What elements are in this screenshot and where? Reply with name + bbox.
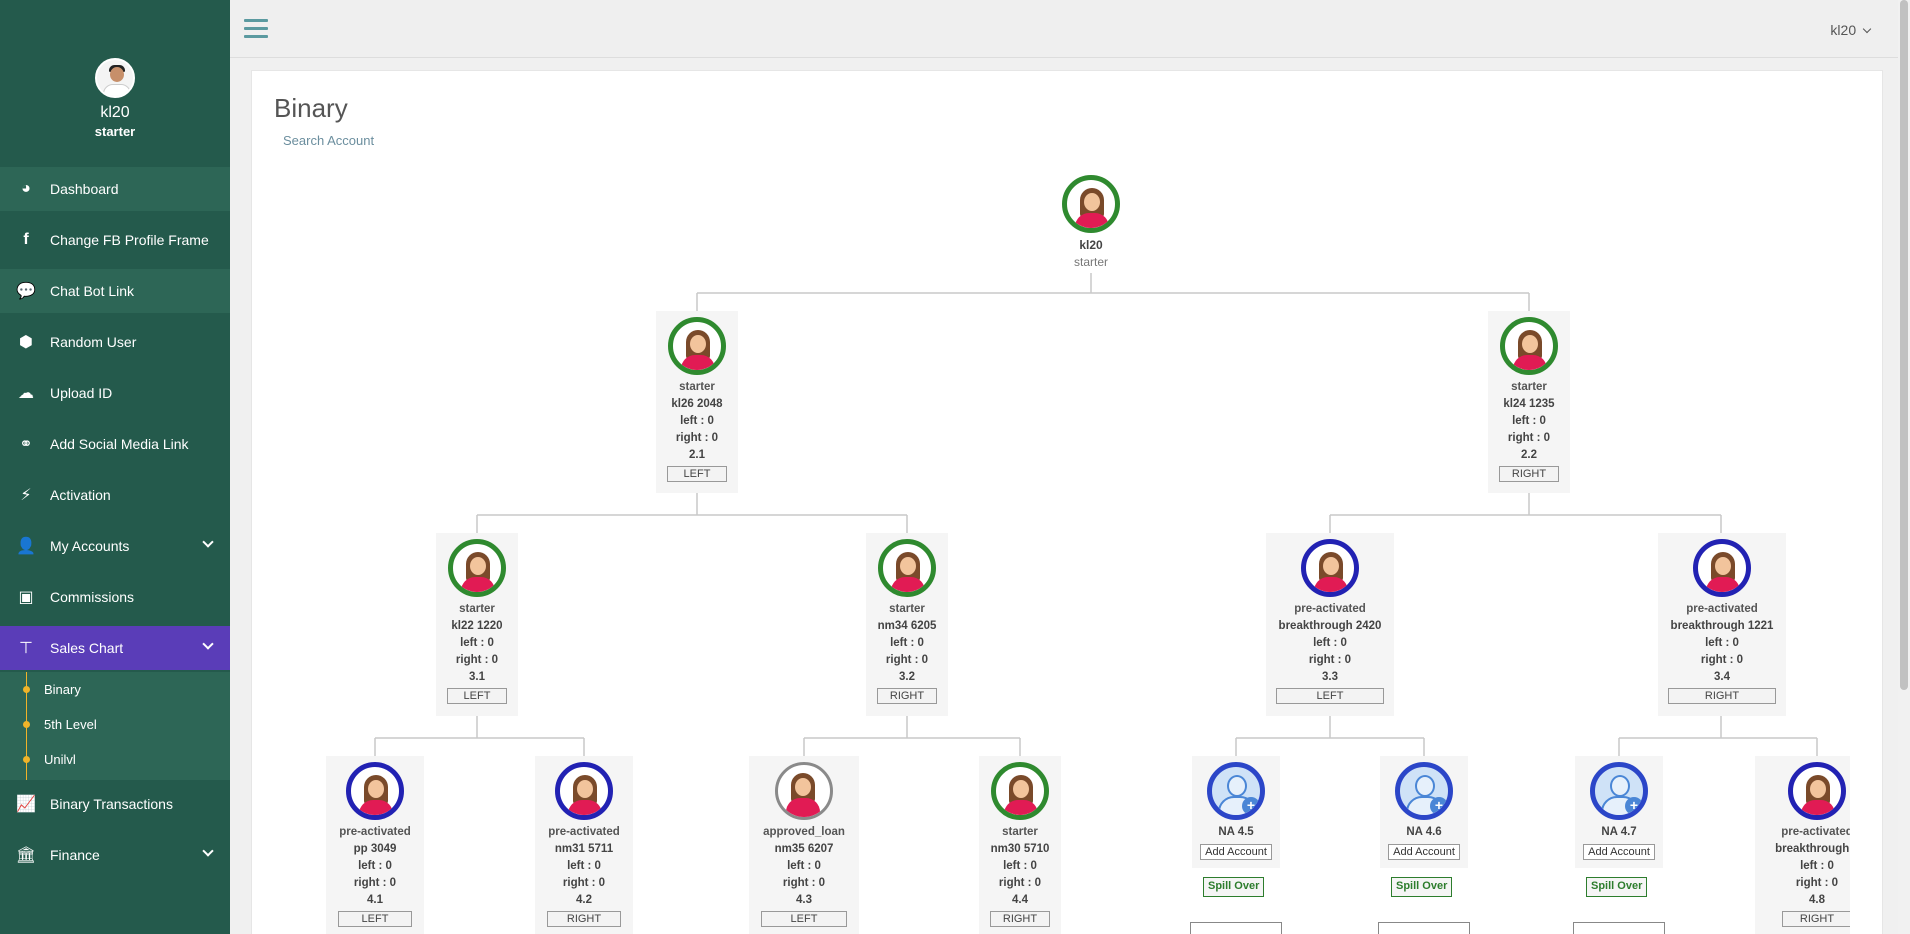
page-scrollbar[interactable]	[1898, 0, 1910, 934]
sidebar-item-label: Commissions	[50, 589, 135, 605]
sidebar-item-label: My Accounts	[50, 538, 130, 554]
sidebar-item-upload-id[interactable]: ☁ Upload ID	[0, 371, 230, 415]
money-icon: ▣	[18, 589, 34, 606]
dashboard-icon: ◕	[21, 180, 31, 197]
submenu-item-5th-level[interactable]: 5th Level	[0, 707, 230, 741]
sidebar-item-label: Finance	[50, 847, 100, 863]
sales-chart-submenu: Binary 5th Level Unilvl	[0, 672, 230, 780]
sidebar-item-finance[interactable]: 🏛 Finance	[0, 833, 230, 877]
bullet-icon	[23, 685, 30, 693]
sidebar-item-label: Add Social Media Link	[50, 436, 189, 452]
chevron-down-icon	[202, 536, 214, 548]
sidebar-item-chat-bot[interactable]: 💬 Chat Bot Link	[0, 269, 230, 313]
chevron-down-icon	[1862, 24, 1872, 34]
bullet-icon	[23, 755, 30, 763]
sidebar-item-social-link[interactable]: ⚭ Add Social Media Link	[0, 422, 230, 466]
sidebar-item-label: Binary Transactions	[50, 796, 173, 812]
sidebar-item-dashboard[interactable]: ◕ Dashboard	[0, 167, 230, 211]
sidebar-item-label: Activation	[50, 487, 111, 503]
position-button[interactable]: RIGHT	[1782, 911, 1850, 927]
member-avatar	[1788, 762, 1846, 820]
sidebar-item-label: Change FB Profile Frame	[50, 232, 209, 248]
avatar[interactable]	[95, 58, 135, 98]
sidebar-profile: kl20 starter	[0, 0, 230, 165]
submenu-item-unilvl[interactable]: Unilvl	[0, 742, 230, 776]
content-panel: Binary Search Account kl20 starter start…	[251, 70, 1883, 934]
link-icon: ⚭	[19, 436, 33, 453]
bullet-icon	[23, 720, 30, 728]
tree-clip: pre-activated breakthrough 1 left : 0 ri…	[252, 71, 1850, 934]
chevron-down-icon	[202, 638, 214, 650]
sidebar: kl20 starter ◕ Dashboard f Change FB Pro…	[0, 0, 230, 934]
line-chart-icon: 📈	[16, 796, 36, 813]
topbar: kl20	[230, 0, 1910, 58]
chat-icon: 💬	[16, 283, 36, 300]
binary-tree: kl20 starter starter kl26 2048 left : 0 …	[252, 71, 1882, 934]
sidebar-item-binary-transactions[interactable]: 📈 Binary Transactions	[0, 782, 230, 826]
sidebar-item-label: Chat Bot Link	[50, 283, 135, 299]
user-icon: 👤	[16, 538, 36, 555]
facebook-icon: f	[23, 231, 29, 248]
sidebar-item-sales-chart[interactable]: ⊤ Sales Chart	[0, 626, 230, 670]
cloud-upload-icon: ☁	[18, 385, 34, 402]
cube-icon: ⬢	[19, 334, 33, 351]
profile-role: starter	[94, 124, 136, 139]
sidebar-item-fb-frame[interactable]: f Change FB Profile Frame	[0, 218, 230, 262]
hamburger-menu-icon[interactable]	[244, 19, 268, 39]
sidebar-item-label: Sales Chart	[50, 640, 124, 656]
bank-icon: 🏛	[15, 847, 37, 864]
plug-icon: ⚡	[20, 487, 32, 504]
sitemap-icon: ⊤	[19, 640, 33, 657]
sidebar-item-activation[interactable]: ⚡ Activation	[0, 473, 230, 517]
chevron-down-icon	[202, 845, 214, 857]
tree-node[interactable]: pre-activated breakthrough 1 left : 0 ri…	[1755, 756, 1850, 934]
sidebar-item-label: Random User	[50, 334, 137, 350]
user-menu-dropdown[interactable]: kl20	[1830, 22, 1872, 38]
sidebar-item-my-accounts[interactable]: 👤 My Accounts	[0, 524, 230, 568]
sidebar-item-random-user[interactable]: ⬢ Random User	[0, 320, 230, 364]
profile-name: kl20	[100, 104, 130, 121]
sidebar-item-commissions[interactable]: ▣ Commissions	[0, 575, 230, 619]
submenu-item-binary[interactable]: Binary	[0, 672, 230, 706]
sidebar-item-label: Dashboard	[50, 181, 119, 197]
sidebar-item-label: Upload ID	[50, 385, 113, 401]
